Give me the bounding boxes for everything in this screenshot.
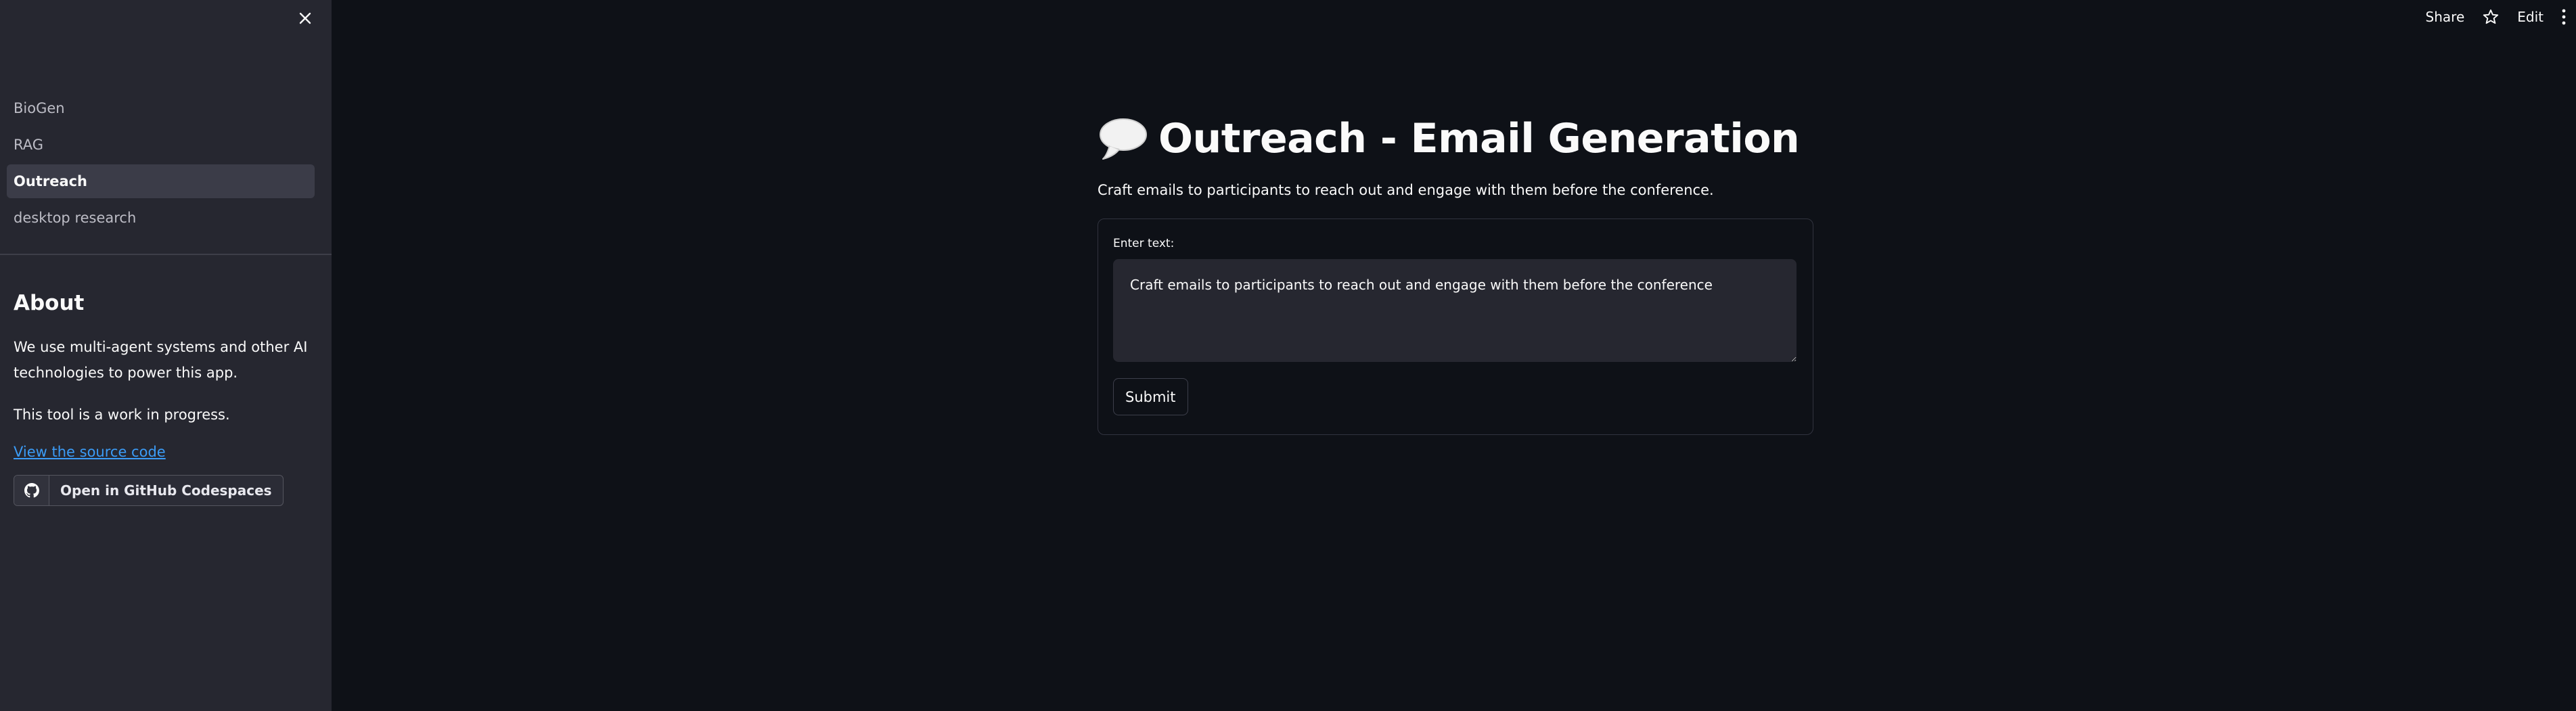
submit-button[interactable]: Submit — [1113, 378, 1188, 415]
main-menu-button[interactable] — [2561, 8, 2567, 26]
star-icon — [2483, 9, 2499, 24]
close-sidebar-button[interactable] — [295, 8, 315, 28]
source-code-link[interactable]: View the source code — [14, 444, 318, 460]
page-title: Outreach - Email Generation — [1158, 115, 1800, 162]
sidebar: BioGen RAG Outreach desktop research Abo… — [0, 0, 332, 711]
star-button[interactable] — [2482, 8, 2500, 26]
open-codespaces-label: Open in GitHub Codespaces — [60, 482, 272, 499]
about-description: We use multi-agent systems and other AI … — [14, 339, 308, 381]
close-icon — [299, 12, 311, 24]
more-vertical-icon — [2562, 9, 2566, 25]
open-codespaces-button[interactable]: Open in GitHub Codespaces — [14, 475, 284, 506]
page-header: Outreach - Email Generation — [1098, 105, 1813, 173]
top-toolbar: Share Edit — [2426, 8, 2567, 26]
edit-button[interactable]: Edit — [2517, 9, 2544, 25]
about-heading: About — [14, 291, 85, 315]
about-status: This tool is a work in progress. — [14, 407, 230, 423]
sidebar-divider — [0, 254, 332, 255]
sidebar-item-outreach[interactable]: Outreach — [7, 164, 315, 198]
github-icon — [14, 476, 49, 505]
text-input-label: Enter text: — [1113, 237, 1175, 250]
email-form: Enter text: Craft emails to participants… — [1098, 219, 1813, 435]
page-subtitle: Craft emails to participants to reach ou… — [1098, 182, 1714, 198]
sidebar-nav: BioGen RAG Outreach desktop research — [7, 91, 315, 237]
about-section: About We use multi-agent systems and oth… — [14, 291, 318, 506]
speech-balloon-icon — [1098, 116, 1158, 162]
sidebar-item-biogen[interactable]: BioGen — [7, 91, 315, 125]
share-button[interactable]: Share — [2426, 9, 2465, 25]
main-content: Outreach - Email Generation Craft emails… — [1098, 105, 1813, 435]
text-input[interactable]: Craft emails to participants to reach ou… — [1113, 259, 1797, 362]
sidebar-item-desktop-research[interactable]: desktop research — [7, 201, 315, 235]
sidebar-item-rag[interactable]: RAG — [7, 128, 315, 162]
